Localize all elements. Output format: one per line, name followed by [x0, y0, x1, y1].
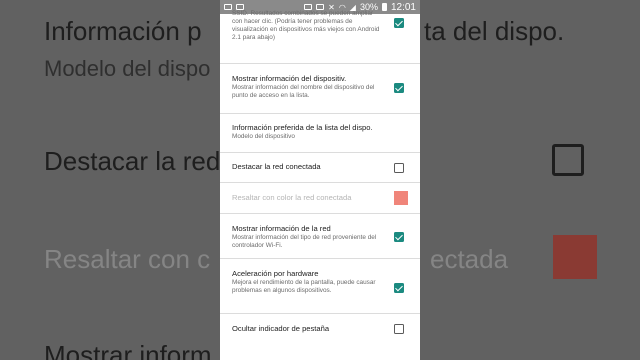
setting-title: Mostrar información del dispositiv.: [232, 74, 347, 83]
bg-highlight-checkbox: [552, 144, 584, 176]
setting-summary: Modelo del dispositivo: [232, 133, 295, 140]
bg-color-title-right: ectada: [430, 244, 509, 274]
hardware-acceleration-checkbox[interactable]: [394, 283, 404, 293]
highlight-color-swatch: [394, 191, 408, 205]
phone-screen: ✕ ◠ ◢ 30% 12:01 SSID. Resultados combina…: [220, 0, 420, 360]
setting-summary: Mejora el rendimiento de la pantalla, pu…: [232, 279, 376, 294]
bg-color-title: Resaltar con c: [44, 244, 211, 274]
setting-hide-tab-indicator[interactable]: Ocultar indicador de pestaña: [220, 314, 420, 346]
setting-title: Aceleración por hardware: [232, 269, 319, 278]
setting-show-device-info[interactable]: Mostrar información del dispositiv. Most…: [220, 64, 420, 114]
setting-title: Ocultar indicador de pestaña: [232, 324, 330, 333]
setting-highlight-connected[interactable]: Destacar la red conectada: [220, 153, 420, 183]
setting-preferred-device-info[interactable]: Información preferida de la lista del di…: [220, 114, 420, 153]
show-device-info-checkbox[interactable]: [394, 83, 404, 93]
setting-title: Mostrar información de la red: [232, 224, 331, 233]
setting-ssid-combine[interactable]: SSID. Resultados combinados se pueden am…: [220, 10, 420, 64]
setting-summary: Mostrar información del tipo de red prov…: [232, 234, 377, 249]
setting-summary: SSID. Resultados combinados se pueden am…: [232, 10, 380, 41]
ssid-combine-checkbox[interactable]: [394, 18, 404, 28]
bg-pref-summary: Modelo del dispo: [44, 56, 211, 81]
setting-title: Destacar la red conectada: [232, 162, 321, 171]
bg-color-swatch: [553, 235, 597, 279]
settings-list: SSID. Resultados combinados se pueden am…: [220, 10, 420, 346]
setting-hardware-acceleration[interactable]: Aceleración por hardware Mejora el rendi…: [220, 259, 420, 314]
clock: 12:01: [390, 1, 416, 13]
highlight-connected-checkbox[interactable]: [394, 163, 404, 173]
video-icon: [224, 4, 232, 10]
battery-icon: [381, 3, 387, 11]
setting-highlight-color: Resaltar con color la red conectada: [220, 183, 420, 214]
bg-network-title: Mostrar inform: [44, 340, 212, 360]
bg-pref-title: Información p: [44, 16, 202, 46]
setting-summary: Mostrar información del nombre del dispo…: [232, 84, 375, 99]
setting-title: Información preferida de la lista del di…: [232, 123, 373, 132]
bg-pref-title-right: ta del dispo.: [424, 16, 565, 46]
bg-highlight-title: Destacar la red: [44, 146, 221, 176]
setting-title: Resaltar con color la red conectada: [232, 193, 352, 202]
setting-show-network-info[interactable]: Mostrar información de la red Mostrar in…: [220, 214, 420, 259]
show-network-info-checkbox[interactable]: [394, 232, 404, 242]
hide-tab-indicator-checkbox[interactable]: [394, 324, 404, 334]
